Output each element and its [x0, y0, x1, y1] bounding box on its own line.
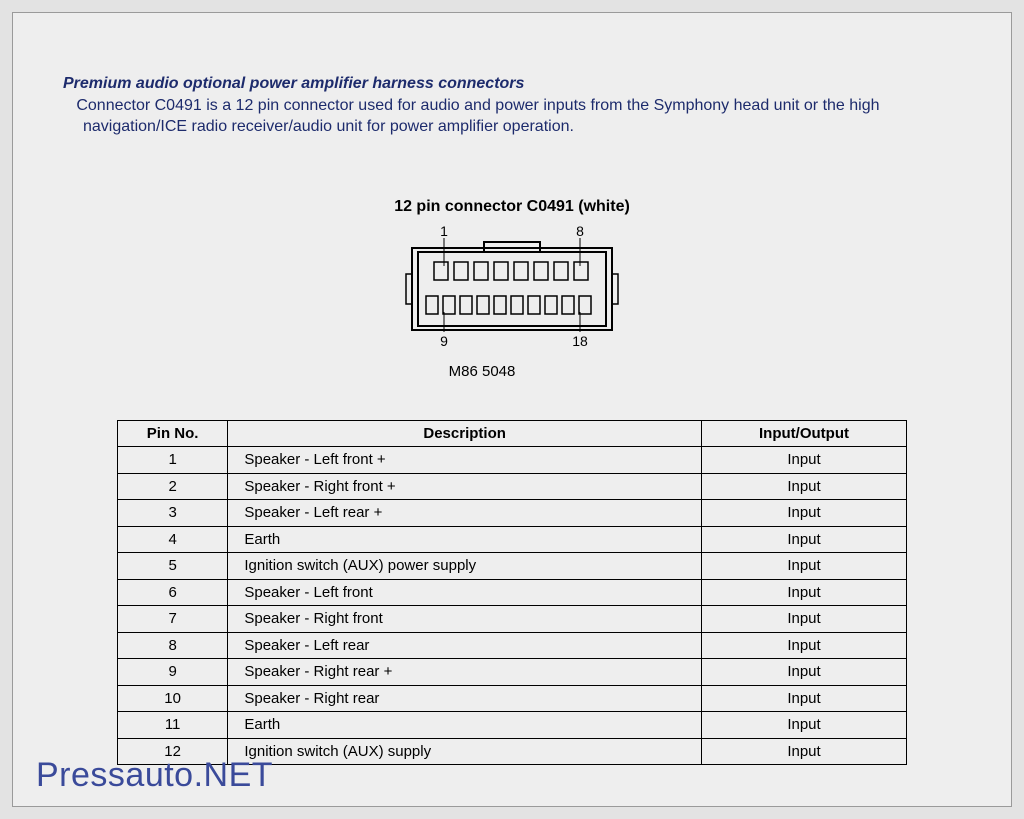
table-row: 9Speaker - Right rear +Input [117, 659, 906, 686]
cell-pin: 6 [117, 579, 227, 606]
cell-io: Input [701, 685, 906, 712]
pin-table: Pin No. Description Input/Output 1Speake… [117, 420, 907, 766]
cell-desc: Speaker - Right front [228, 606, 702, 633]
connector-title: 12 pin connector C0491 (white) [63, 198, 961, 216]
header-body-text: Connector C0491 is a 12 pin connector us… [76, 97, 879, 136]
pin-label-br: 18 [572, 333, 588, 349]
cell-desc: Speaker - Right rear + [228, 659, 702, 686]
cell-io: Input [701, 553, 906, 580]
table-header-row: Pin No. Description Input/Output [117, 420, 906, 447]
cell-io: Input [701, 606, 906, 633]
cell-io: Input [701, 526, 906, 553]
cell-pin: 5 [117, 553, 227, 580]
connector-diagram: 1 8 9 18 [402, 224, 622, 359]
cell-desc: Ignition switch (AUX) power supply [228, 553, 702, 580]
table-row: 2Speaker - Right front +Input [117, 473, 906, 500]
table-row: 1Speaker - Left front +Input [117, 447, 906, 474]
table-row: 11EarthInput [117, 712, 906, 739]
cell-pin: 2 [117, 473, 227, 500]
pin-label-tr: 8 [576, 224, 584, 239]
table-row: 3Speaker - Left rear +Input [117, 500, 906, 527]
header-block: Premium audio optional power amplifier h… [63, 73, 961, 138]
cell-io: Input [701, 579, 906, 606]
table-row: 10Speaker - Right rearInput [117, 685, 906, 712]
cell-pin: 7 [117, 606, 227, 633]
header-title: Premium audio optional power amplifier h… [63, 73, 961, 95]
cell-desc: Speaker - Left rear + [228, 500, 702, 527]
table-row: 5Ignition switch (AUX) power supplyInput [117, 553, 906, 580]
cell-io: Input [701, 500, 906, 527]
cell-desc: Speaker - Left front [228, 579, 702, 606]
cell-desc: Ignition switch (AUX) supply [228, 738, 702, 765]
cell-io: Input [701, 659, 906, 686]
cell-desc: Speaker - Right rear [228, 685, 702, 712]
connector-part-number: M86 5048 [3, 363, 961, 380]
connector-block: 12 pin connector C0491 (white) 1 8 9 18 [63, 198, 961, 380]
cell-pin: 8 [117, 632, 227, 659]
pin-label-bl: 9 [440, 333, 448, 349]
cell-io: Input [701, 712, 906, 739]
table-header-io: Input/Output [701, 420, 906, 447]
cell-pin: 4 [117, 526, 227, 553]
header-body: Connector C0491 is a 12 pin connector us… [83, 95, 961, 138]
table-body: 1Speaker - Left front +Input 2Speaker - … [117, 447, 906, 765]
table-header-desc: Description [228, 420, 702, 447]
cell-desc: Earth [228, 526, 702, 553]
pin-label-tl: 1 [440, 224, 448, 239]
cell-desc: Speaker - Left front + [228, 447, 702, 474]
table-row: 7Speaker - Right frontInput [117, 606, 906, 633]
cell-pin: 9 [117, 659, 227, 686]
watermark: Pressauto.NET [36, 756, 273, 795]
cell-desc: Speaker - Right front + [228, 473, 702, 500]
cell-io: Input [701, 473, 906, 500]
table-row: 4EarthInput [117, 526, 906, 553]
cell-pin: 1 [117, 447, 227, 474]
table-row: 8Speaker - Left rearInput [117, 632, 906, 659]
cell-io: Input [701, 447, 906, 474]
table-row: 6Speaker - Left frontInput [117, 579, 906, 606]
cell-pin: 3 [117, 500, 227, 527]
cell-pin: 10 [117, 685, 227, 712]
table-header-pin: Pin No. [117, 420, 227, 447]
cell-pin: 11 [117, 712, 227, 739]
cell-io: Input [701, 632, 906, 659]
document-page: Premium audio optional power amplifier h… [12, 12, 1012, 807]
cell-desc: Earth [228, 712, 702, 739]
cell-desc: Speaker - Left rear [228, 632, 702, 659]
cell-io: Input [701, 738, 906, 765]
